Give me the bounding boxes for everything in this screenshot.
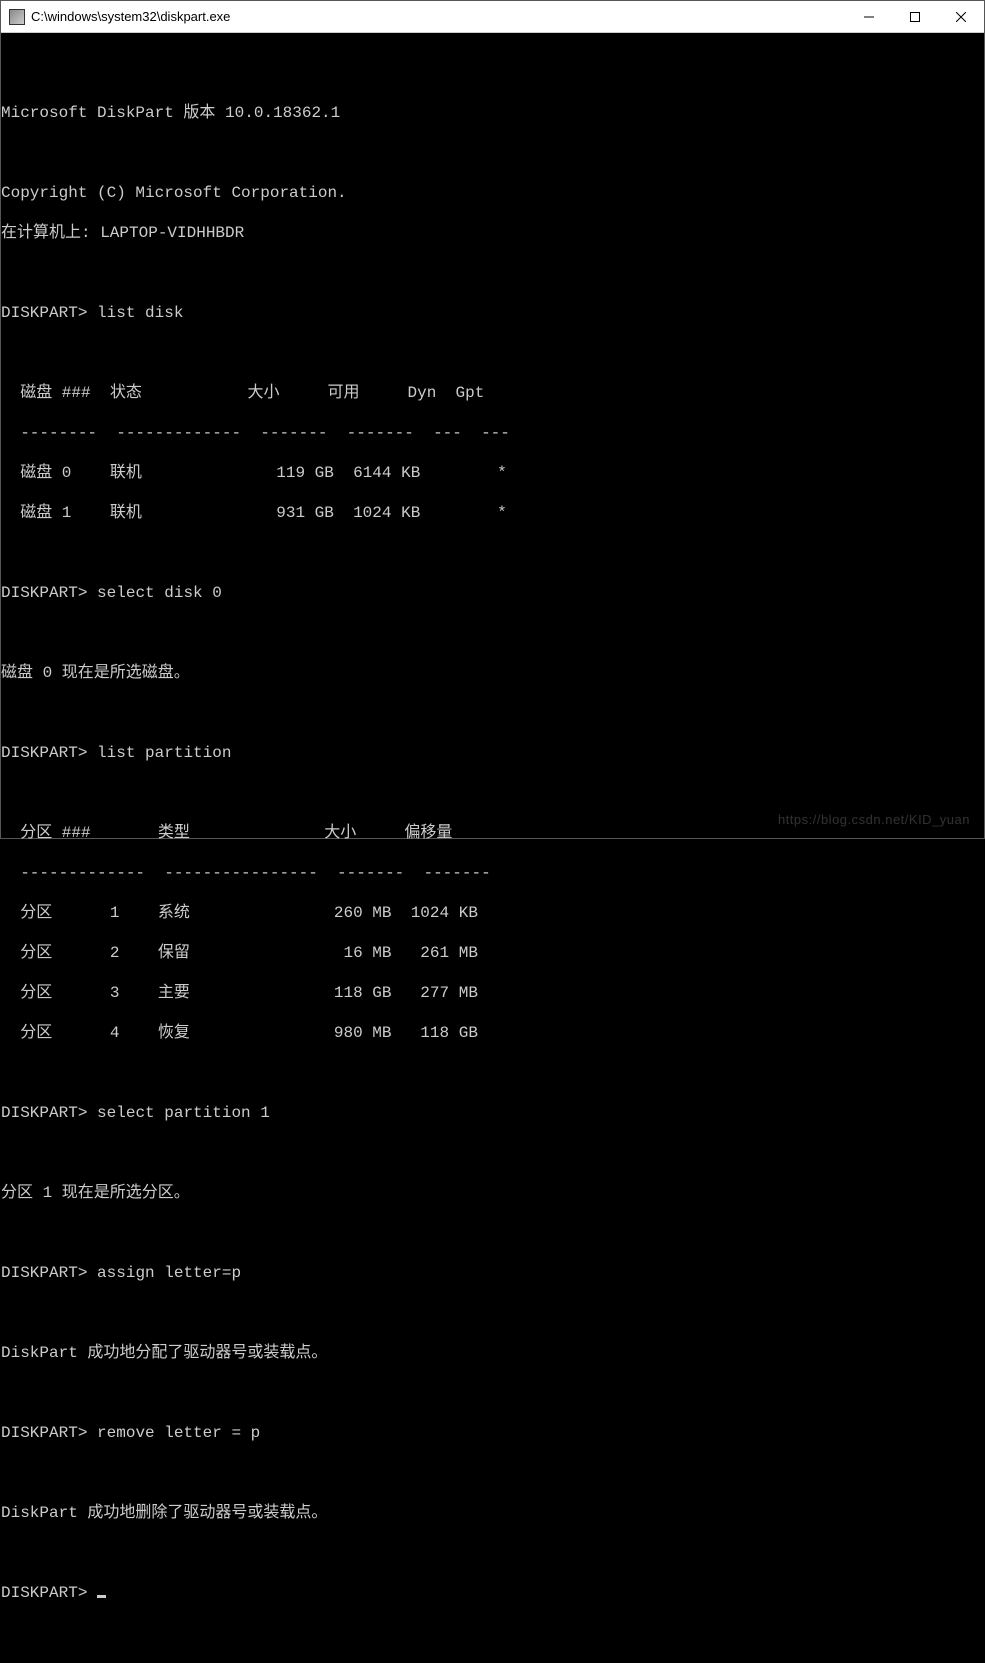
prompt: DISKPART> (1, 304, 87, 322)
command-text: select partition 1 (97, 1104, 270, 1122)
prompt: DISKPART> (1, 744, 87, 762)
prompt: DISKPART> (1, 1104, 87, 1122)
blank-line (1, 1223, 984, 1243)
blank-line (1, 343, 984, 363)
command-text: list partition (97, 744, 231, 762)
watermark-text: https://blog.csdn.net/KID_yuan (778, 810, 970, 830)
partition-table-divider: ------------- ---------------- ------- -… (1, 863, 984, 883)
blank-line (1, 623, 984, 643)
table-row: 分区 3 主要 118 GB 277 MB (1, 983, 984, 1003)
maximize-button[interactable] (892, 1, 938, 32)
blank-line (1, 783, 984, 803)
blank-line (1, 143, 984, 163)
table-row: 磁盘 1 联机 931 GB 1024 KB * (1, 503, 984, 523)
minimize-button[interactable] (846, 1, 892, 32)
table-row: 磁盘 0 联机 119 GB 6144 KB * (1, 463, 984, 483)
window-controls (846, 1, 984, 32)
prompt-line: DISKPART> list disk (1, 303, 984, 323)
prompt-line: DISKPART> select partition 1 (1, 1103, 984, 1123)
version-line: Microsoft DiskPart 版本 10.0.18362.1 (1, 103, 984, 123)
blank-line (1, 1303, 984, 1323)
table-row: 分区 2 保留 16 MB 261 MB (1, 943, 984, 963)
blank-line (1, 1383, 984, 1403)
blank-line (1, 1143, 984, 1163)
terminal-output[interactable]: Microsoft DiskPart 版本 10.0.18362.1 Copyr… (1, 33, 984, 838)
prompt: DISKPART> (1, 584, 87, 602)
disk-table-header: 磁盘 ### 状态 大小 可用 Dyn Gpt (1, 383, 984, 403)
prompt-line: DISKPART> remove letter = p (1, 1423, 984, 1443)
window-titlebar: C:\windows\system32\diskpart.exe (1, 1, 984, 33)
blank-line (1, 263, 984, 283)
prompt: DISKPART> (1, 1584, 87, 1602)
command-text: select disk 0 (97, 584, 222, 602)
blank-line (1, 543, 984, 563)
command-text: remove letter = p (97, 1424, 260, 1442)
prompt-line: DISKPART> (1, 1583, 984, 1603)
response-line: DiskPart 成功地分配了驱动器号或装载点。 (1, 1343, 984, 1363)
window-title: C:\windows\system32\diskpart.exe (31, 9, 846, 24)
computer-line: 在计算机上: LAPTOP-VIDHHBDR (1, 223, 984, 243)
blank-line (1, 703, 984, 723)
blank-line (1, 1063, 984, 1083)
prompt-line: DISKPART> select disk 0 (1, 583, 984, 603)
prompt: DISKPART> (1, 1264, 87, 1282)
cursor-icon (97, 1595, 106, 1598)
prompt-line: DISKPART> assign letter=p (1, 1263, 984, 1283)
response-line: DiskPart 成功地删除了驱动器号或装载点。 (1, 1503, 984, 1523)
copyright-line: Copyright (C) Microsoft Corporation. (1, 183, 984, 203)
command-text: list disk (97, 304, 183, 322)
close-button[interactable] (938, 1, 984, 32)
app-icon (9, 9, 25, 25)
response-line: 磁盘 0 现在是所选磁盘。 (1, 663, 984, 683)
command-text: assign letter=p (97, 1264, 241, 1282)
prompt-line: DISKPART> list partition (1, 743, 984, 763)
prompt: DISKPART> (1, 1424, 87, 1442)
disk-table-divider: -------- ------------- ------- ------- -… (1, 423, 984, 443)
blank-line (1, 63, 984, 83)
blank-line (1, 1463, 984, 1483)
blank-line (1, 1543, 984, 1563)
table-row: 分区 4 恢复 980 MB 118 GB (1, 1023, 984, 1043)
table-row: 分区 1 系统 260 MB 1024 KB (1, 903, 984, 923)
response-line: 分区 1 现在是所选分区。 (1, 1183, 984, 1203)
